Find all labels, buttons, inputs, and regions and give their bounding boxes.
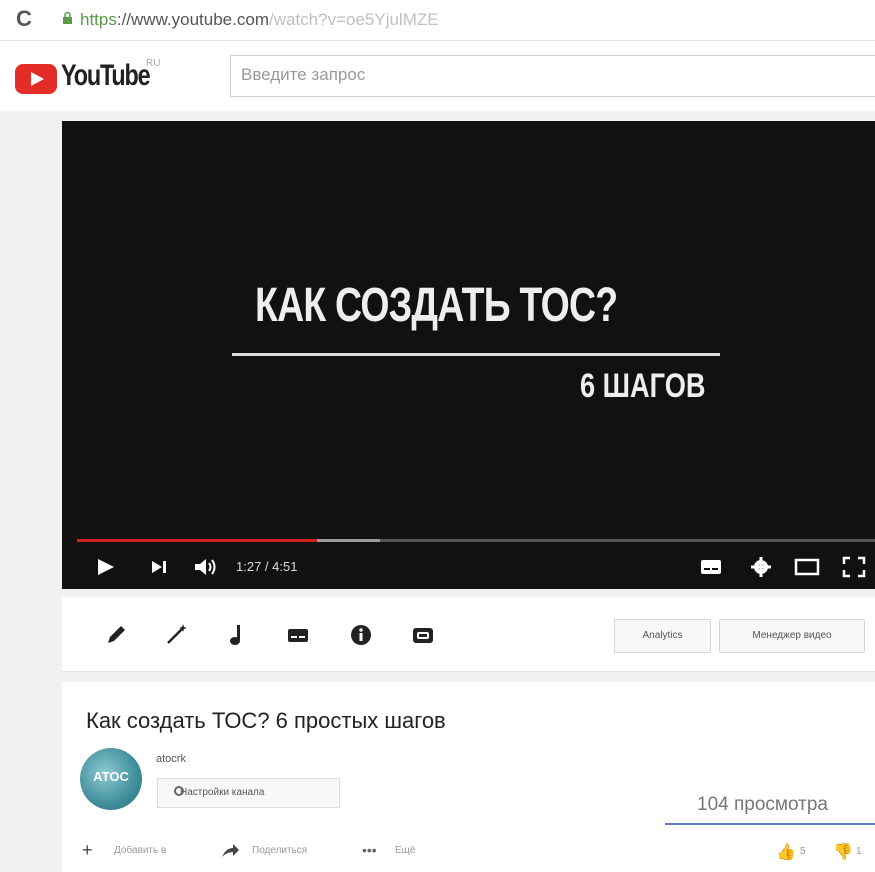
url-host: ://www.youtube.com — [116, 10, 269, 29]
url-field[interactable]: https://www.youtube.com/watch?v=oe5YjulM… — [80, 10, 439, 30]
like-ratio-bar — [665, 823, 875, 825]
like-count: 5 — [800, 846, 806, 857]
youtube-logo-text[interactable]: YouTube — [61, 59, 151, 93]
share-icon[interactable] — [220, 843, 240, 859]
share-button[interactable]: Поделиться — [252, 845, 307, 856]
annotations-icon[interactable] — [410, 622, 436, 648]
settings-icon — [174, 786, 184, 796]
volume-icon[interactable] — [193, 556, 219, 578]
more-icon[interactable]: ••• — [362, 842, 377, 858]
subtitles-icon[interactable] — [285, 622, 311, 648]
gear-icon[interactable] — [750, 556, 772, 578]
video-frame-title: КАК СОЗДАТЬ ТОС? — [255, 279, 618, 332]
more-button[interactable]: Ещё — [395, 845, 415, 856]
progress-played — [77, 539, 317, 542]
dislike-count: 1 — [856, 846, 862, 857]
url-protocol: https — [80, 10, 117, 29]
logo-region-label: RU — [146, 58, 161, 69]
magic-wand-icon[interactable] — [163, 622, 189, 648]
video-frame-subtitle: 6 ШАГОВ — [580, 367, 706, 405]
video-title: Как создать ТОС? 6 простых шагов — [86, 708, 446, 733]
analytics-button[interactable]: Analytics — [614, 619, 711, 653]
video-manager-button[interactable]: Менеджер видео — [719, 619, 865, 653]
play-icon[interactable] — [96, 558, 118, 576]
time-display: 1:27 / 4:51 — [236, 559, 298, 574]
view-count: 104 просмотра — [697, 794, 828, 815]
thumbs-down-icon[interactable]: 👎 — [833, 842, 853, 862]
channel-avatar-logo: АТОС — [93, 769, 129, 784]
thumbs-up-icon[interactable]: 👍 — [776, 842, 796, 862]
lock-icon — [63, 12, 72, 24]
youtube-play-logo-icon[interactable] — [15, 64, 57, 94]
next-icon[interactable] — [150, 559, 170, 575]
reload-icon[interactable]: C — [16, 6, 32, 32]
channel-name[interactable]: atocrk — [156, 753, 186, 765]
subtitles-icon[interactable] — [700, 558, 722, 576]
add-to-button[interactable]: Добавить в — [114, 845, 166, 856]
theater-mode-icon[interactable] — [794, 558, 820, 576]
pencil-icon[interactable] — [103, 622, 129, 648]
channel-settings-button[interactable]: Настройки канала — [157, 778, 340, 808]
video-frame-divider — [232, 353, 720, 356]
info-icon[interactable] — [348, 622, 374, 648]
music-note-icon[interactable] — [224, 622, 250, 648]
add-icon[interactable]: + — [82, 840, 93, 861]
fullscreen-icon[interactable] — [842, 556, 866, 578]
url-path: /watch?v=oe5YjulMZE — [268, 10, 439, 29]
search-input[interactable]: Введите запрос — [230, 55, 875, 97]
